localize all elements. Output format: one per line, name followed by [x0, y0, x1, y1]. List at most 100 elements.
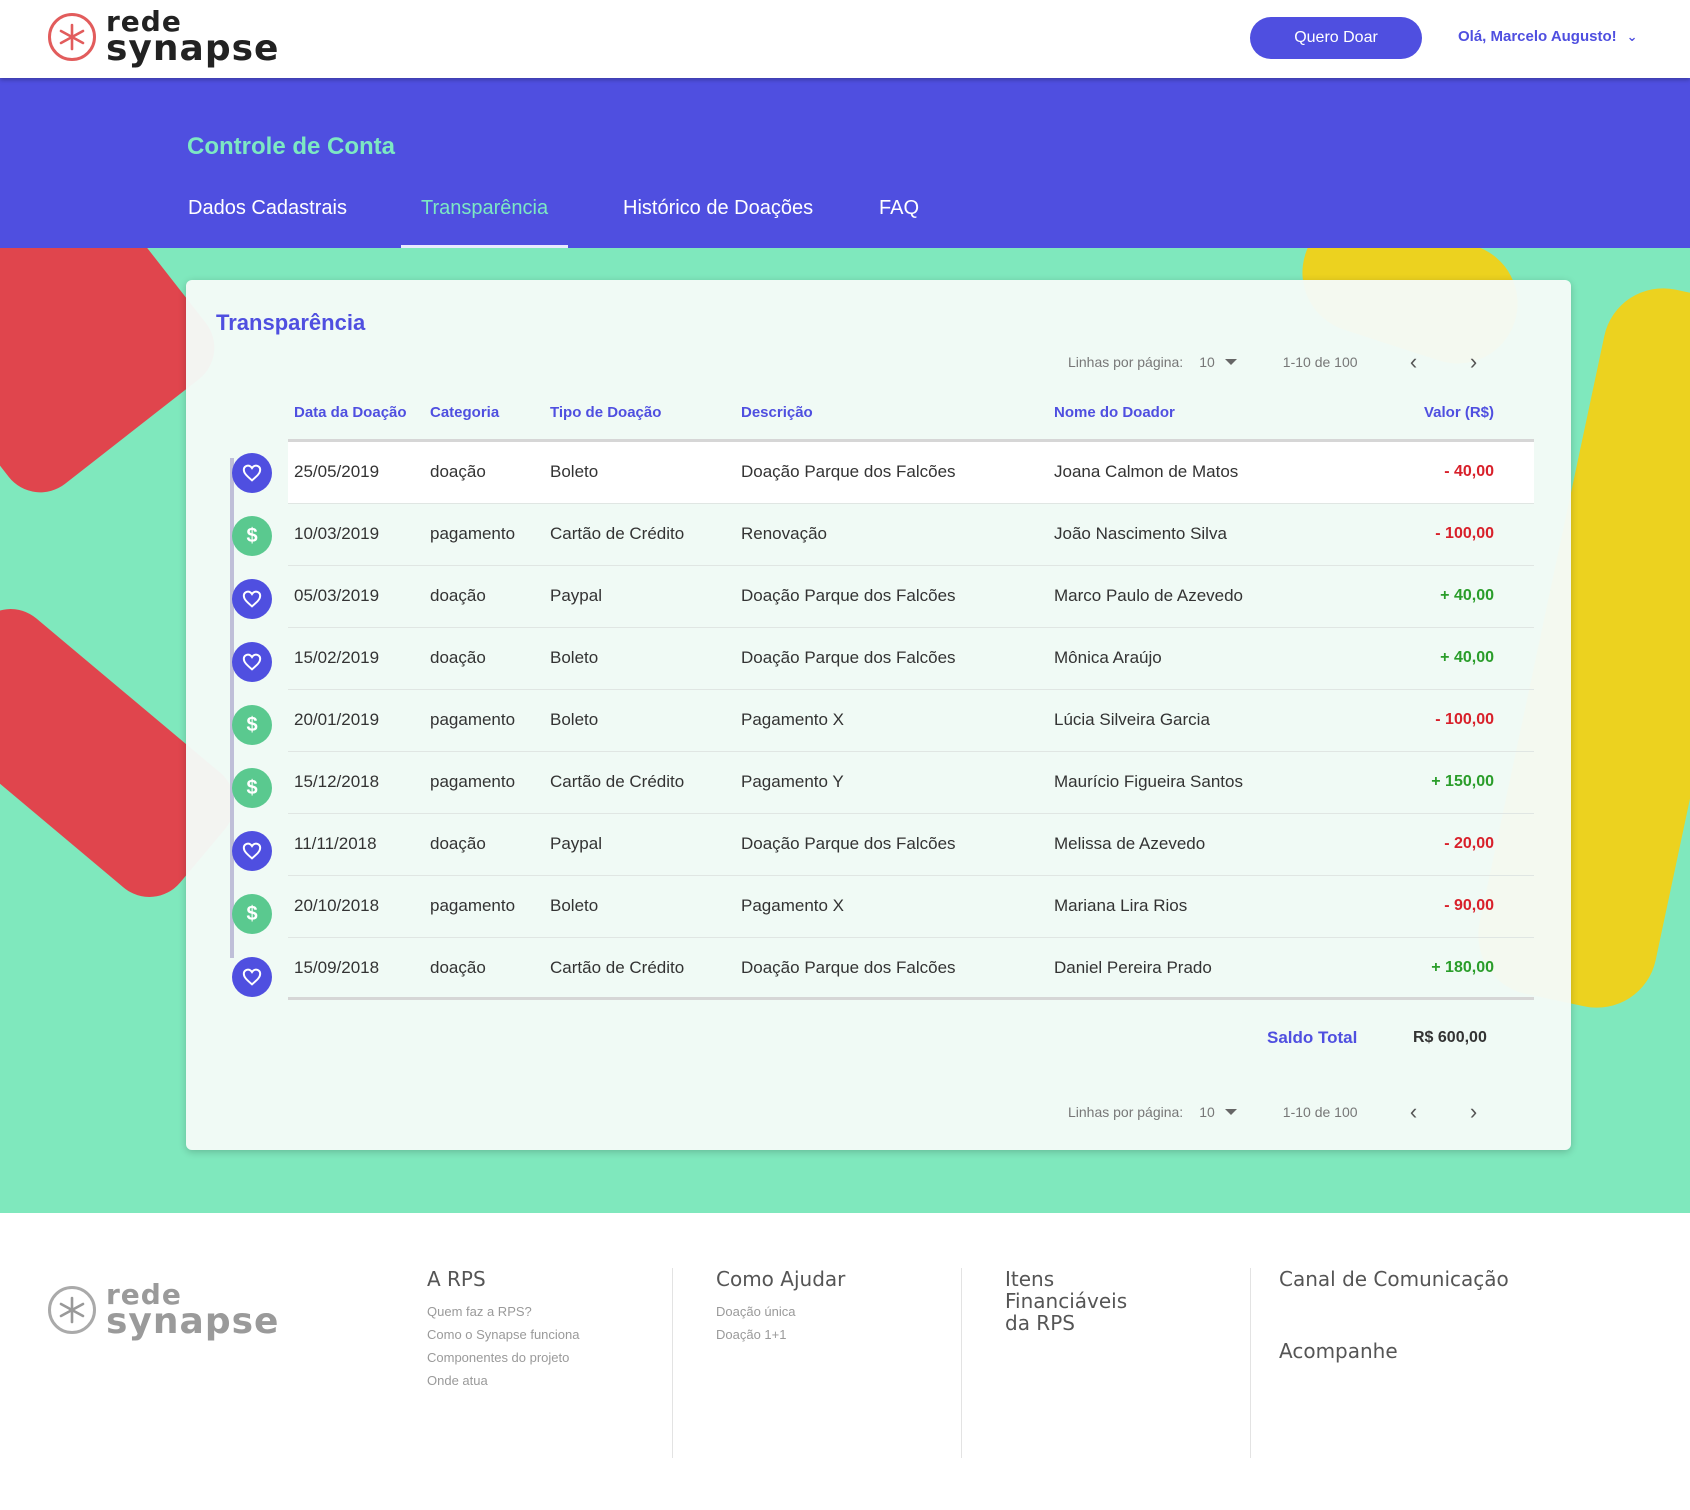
- chevron-down-icon: ⌄: [1626, 28, 1638, 44]
- tab-dados-cadastrais[interactable]: Dados Cadastrais: [188, 178, 347, 248]
- cell-date: 20/01/2019: [294, 710, 380, 729]
- col-header-description[interactable]: Descrição: [741, 396, 813, 430]
- table-row[interactable]: 15/02/2019 doação Boleto Doação Parque dos …: [288, 628, 1534, 690]
- pagination-bottom: Linhas por página: 10 1-10 de 100 ‹ ›: [1068, 1099, 1484, 1125]
- cell-type: Boleto: [550, 648, 599, 667]
- chevron-right-icon[interactable]: ›: [1464, 1099, 1484, 1125]
- table-row[interactable]: 10/03/2019 pagamento Cartão de Crédito Reno…: [288, 504, 1534, 566]
- cell-value: + 40,00: [1440, 649, 1494, 666]
- col-header-donor[interactable]: Nome do Doador: [1054, 396, 1175, 430]
- footer-link[interactable]: Como o Synapse funciona: [427, 1327, 672, 1342]
- rows-per-page-label: Linhas por página:: [1068, 1104, 1184, 1120]
- footer: rede synapse A RPS Quem faz a RPS? Como …: [0, 1213, 1690, 1510]
- chevron-right-icon[interactable]: ›: [1464, 349, 1484, 375]
- footer-col-title-line: Financiáveis: [1005, 1289, 1128, 1313]
- cell-donor: Daniel Pereira Prado: [1054, 958, 1212, 977]
- user-menu[interactable]: Olá, Marcelo Augusto! ⌄: [1458, 28, 1638, 45]
- table-row[interactable]: 15/12/2018 pagamento Cartão de Crédito Paga…: [288, 752, 1534, 814]
- card-title: Transparência: [216, 310, 366, 335]
- cell-description: Pagamento Y: [741, 772, 844, 791]
- account-header-band: Controle de Conta Dados Cadastrais Trans…: [0, 78, 1690, 248]
- cell-value: - 90,00: [1444, 897, 1494, 914]
- cell-donor: Maurício Figueira Santos: [1054, 772, 1243, 791]
- table-row[interactable]: 15/09/2018 doação Cartão de Crédito Doação …: [288, 938, 1534, 1000]
- page-range: 1-10 de 100: [1282, 354, 1358, 370]
- caret-down-icon: [1224, 359, 1237, 365]
- footer-col-rps: A RPS Quem faz a RPS? Como o Synapse fun…: [427, 1268, 672, 1458]
- footer-link[interactable]: Componentes do projeto: [427, 1350, 672, 1365]
- footer-link[interactable]: Doação 1+1: [716, 1327, 961, 1342]
- cell-date: 10/03/2019: [294, 524, 380, 543]
- cell-value: + 180,00: [1431, 959, 1494, 976]
- col-header-category[interactable]: Categoria: [430, 396, 499, 430]
- cell-description: Renovação: [741, 524, 828, 543]
- table-header: Data da Doação Categoria Tipo de Doação …: [288, 396, 1534, 442]
- cell-description: Doação Parque dos Falcões: [741, 586, 956, 605]
- table-row[interactable]: 20/10/2018 pagamento Boleto Pagamento X Mari…: [288, 876, 1534, 938]
- table-row[interactable]: 20/01/2019 pagamento Boleto Pagamento X Lúci…: [288, 690, 1534, 752]
- tab-historico-doacoes[interactable]: Histórico de Doações: [623, 178, 813, 248]
- footer-logo[interactable]: rede synapse: [48, 1281, 279, 1339]
- cell-description: Doação Parque dos Falcões: [741, 462, 956, 481]
- cell-type: Cartão de Crédito: [550, 772, 685, 791]
- col-header-value[interactable]: Valor (R$): [1424, 396, 1494, 430]
- footer-col-title-line: da RPS: [1005, 1311, 1075, 1335]
- tab-transparencia[interactable]: Transparência: [400, 178, 569, 248]
- table-row[interactable]: 11/11/2018 doação Paypal Doação Parque dos …: [288, 814, 1534, 876]
- chevron-left-icon[interactable]: ‹: [1404, 349, 1424, 375]
- cell-category: pagamento: [430, 710, 516, 729]
- heart-icon: [232, 453, 272, 493]
- dollar-icon: $: [232, 516, 272, 556]
- heart-icon: [232, 642, 272, 682]
- account-tabs: Dados Cadastrais Transparência Histórico…: [0, 178, 1690, 248]
- total-balance-label: Saldo Total: [1267, 1028, 1358, 1047]
- col-header-date[interactable]: Data da Doação: [294, 396, 407, 430]
- donate-button[interactable]: Quero Doar: [1250, 17, 1422, 59]
- rows-per-page-select[interactable]: 10: [1199, 1104, 1237, 1120]
- cell-date: 20/10/2018: [294, 896, 380, 915]
- rows-per-page-select[interactable]: 10: [1199, 354, 1237, 370]
- cell-value: + 150,00: [1431, 773, 1494, 790]
- footer-col-title[interactable]: Canal de Comunicação: [1279, 1268, 1650, 1290]
- cell-donor: Lúcia Silveira Garcia: [1054, 710, 1210, 729]
- caret-down-icon: [1224, 1109, 1237, 1115]
- footer-col-como-ajudar: Como Ajudar Doação única Doação 1+1: [672, 1268, 961, 1458]
- cell-donor: João Nascimento Silva: [1054, 524, 1227, 543]
- cell-donor: Joana Calmon de Matos: [1054, 462, 1239, 481]
- cell-category: pagamento: [430, 772, 516, 791]
- footer-link[interactable]: Onde atua: [427, 1373, 672, 1388]
- cell-type: Cartão de Crédito: [550, 524, 685, 543]
- cell-category: doação: [430, 648, 486, 667]
- table-body: 25/05/2019 doação Boleto Doação Parque dos …: [288, 442, 1534, 1000]
- site-logo[interactable]: rede synapse: [48, 8, 279, 66]
- chevron-left-icon[interactable]: ‹: [1404, 1099, 1424, 1125]
- dollar-icon: $: [232, 705, 272, 745]
- footer-col-canal: Canal de Comunicação Acompanhe: [1250, 1268, 1650, 1458]
- heart-icon: [232, 831, 272, 871]
- rows-per-page-value: 10: [1199, 354, 1215, 370]
- heart-icon: [232, 579, 272, 619]
- cell-description: Doação Parque dos Falcões: [741, 958, 956, 977]
- col-header-type[interactable]: Tipo de Doação: [550, 396, 661, 430]
- footer-link[interactable]: Doação única: [716, 1304, 961, 1319]
- cell-value: - 20,00: [1444, 835, 1494, 852]
- table-row[interactable]: 05/03/2019 doação Paypal Doação Parque dos …: [288, 566, 1534, 628]
- footer-col-title: A RPS: [427, 1267, 486, 1291]
- cell-date: 15/02/2019: [294, 648, 380, 667]
- page-title: Controle de Conta: [187, 133, 395, 160]
- cell-category: doação: [430, 586, 486, 605]
- cell-type: Cartão de Crédito: [550, 958, 685, 977]
- cell-category: pagamento: [430, 524, 516, 543]
- footer-link[interactable]: Quem faz a RPS?: [427, 1304, 672, 1319]
- tab-faq[interactable]: FAQ: [879, 178, 919, 248]
- cell-date: 11/11/2018: [294, 834, 377, 853]
- cell-value: - 100,00: [1435, 711, 1494, 728]
- footer-col-subtitle[interactable]: Acompanhe: [1279, 1340, 1650, 1362]
- synapse-logo-icon: [48, 1286, 96, 1335]
- dollar-icon: $: [232, 768, 272, 808]
- table-row[interactable]: 25/05/2019 doação Boleto Doação Parque dos …: [288, 442, 1534, 504]
- dollar-icon: $: [232, 894, 272, 934]
- footer-col-title[interactable]: Itens Financiáveis da RPS: [1005, 1268, 1250, 1334]
- pagination-top: Linhas por página: 10 1-10 de 100 ‹ ›: [1068, 349, 1484, 375]
- cell-value: - 40,00: [1444, 463, 1494, 480]
